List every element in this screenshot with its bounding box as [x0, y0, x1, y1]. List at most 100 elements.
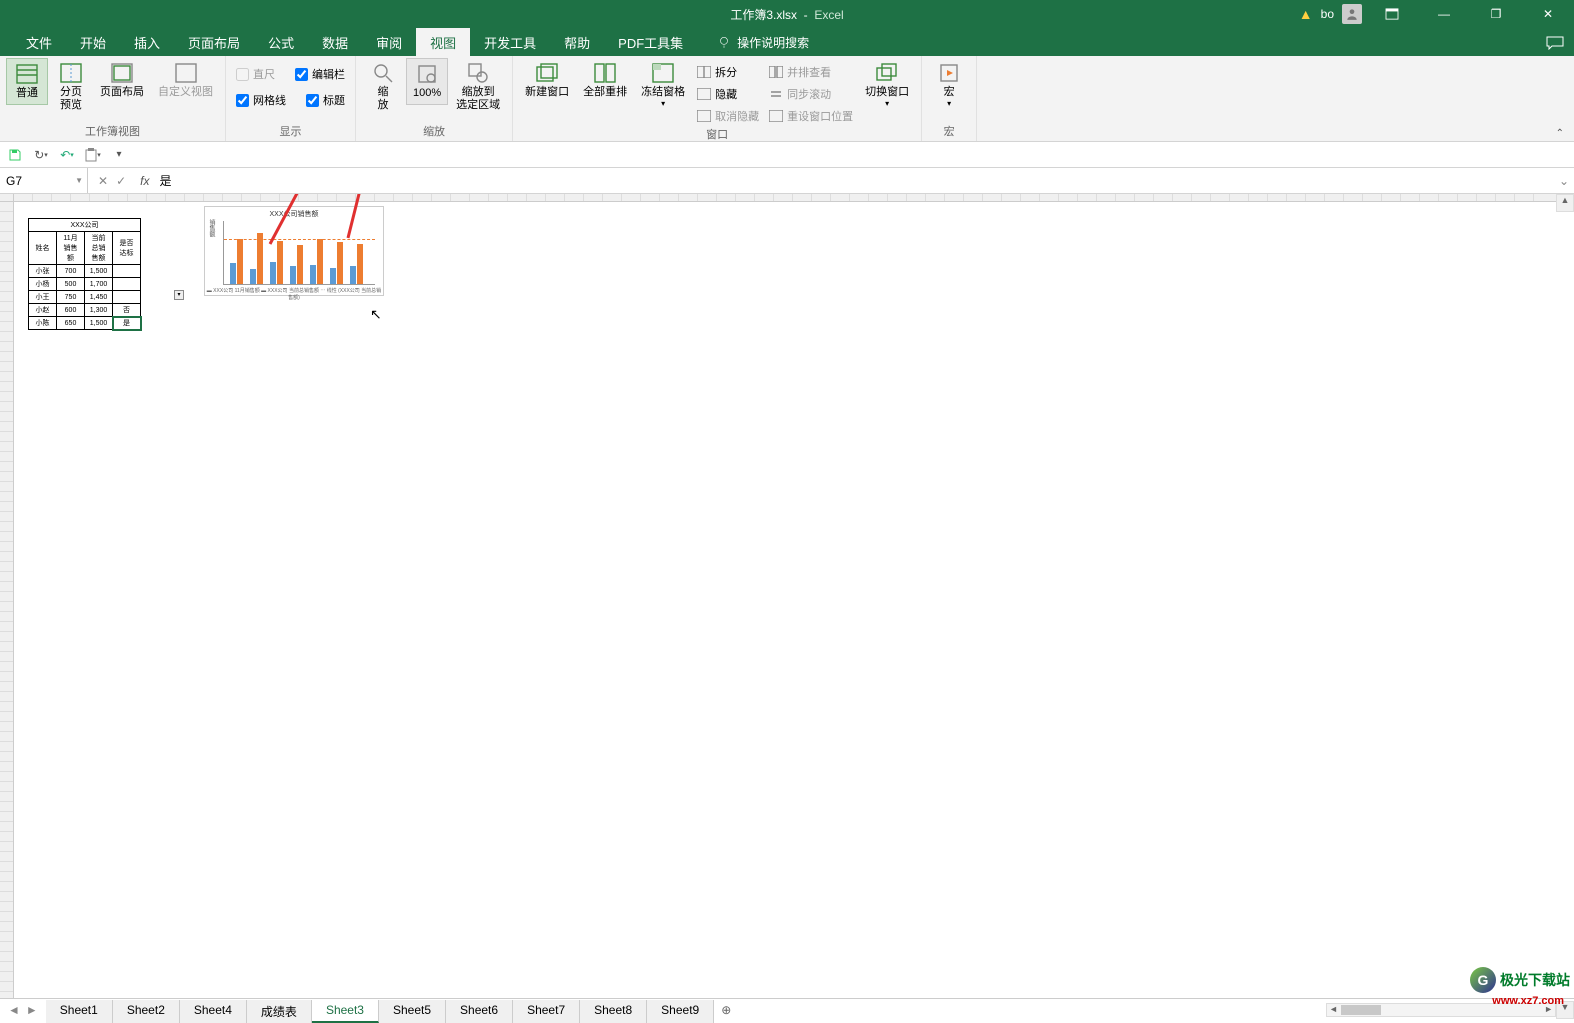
tab-home[interactable]: 开始	[66, 28, 120, 56]
zoom-button[interactable]: 缩 放	[362, 58, 404, 116]
unhide-icon	[697, 110, 711, 122]
expand-formula-bar-button[interactable]: ⌄	[1554, 174, 1574, 188]
name-box[interactable]: G7 ▼	[0, 168, 88, 193]
custom-views-button[interactable]: 自定义视图	[152, 58, 219, 103]
split-button[interactable]: 拆分	[693, 62, 763, 82]
tab-insert[interactable]: 插入	[120, 28, 174, 56]
user-name[interactable]: bo	[1321, 7, 1334, 21]
group-label-macros: 宏	[928, 123, 970, 141]
zoom-to-selection-button[interactable]: 缩放到 选定区域	[450, 58, 506, 116]
tab-developer[interactable]: 开发工具	[470, 28, 550, 56]
sheet-tabs-bar: ◄ ► Sheet1Sheet2Sheet4成绩表Sheet3Sheet5She…	[0, 998, 1574, 1021]
tab-formulas[interactable]: 公式	[254, 28, 308, 56]
minimize-button[interactable]: —	[1422, 0, 1466, 28]
ribbon: 普通 分页 预览 页面布局 自定义视图 工作簿视图 直尺 编辑栏	[0, 56, 1574, 142]
ribbon-display-options-button[interactable]	[1370, 0, 1414, 28]
data-table[interactable]: XXX公司姓名11月销售额当前总销售额是否达标小张7001,500小杨5001,…	[28, 218, 141, 330]
group-label-show: 显示	[232, 123, 349, 141]
sheet-tab-sheet8[interactable]: Sheet8	[580, 1000, 647, 1023]
sheet-tab-sheet4[interactable]: Sheet4	[180, 1000, 247, 1023]
group-label-views: 工作簿视图	[6, 123, 219, 141]
quick-access-toolbar: ↻▾ ↶▾ ▾ ▾	[0, 142, 1574, 168]
ruler-checkbox: 直尺	[232, 64, 279, 84]
embedded-chart[interactable]: 销售额 XXX公司销售额 ▬ XXX公司 11月销售额 ▬ XXX公司 当前总销…	[204, 206, 384, 296]
sheet-tab-sheet7[interactable]: Sheet7	[513, 1000, 580, 1023]
unhide-button: 取消隐藏	[693, 106, 763, 126]
pagebreak-preview-button[interactable]: 分页 预览	[50, 58, 92, 116]
lightbulb-icon	[717, 35, 731, 49]
view-side-by-side-button: 并排查看	[765, 62, 857, 82]
hide-icon	[697, 88, 711, 100]
select-all-corner[interactable]	[0, 194, 14, 202]
scroll-up-button[interactable]: ▲	[1556, 194, 1574, 212]
doc-name: 工作簿3.xlsx	[730, 8, 797, 22]
headings-checkbox[interactable]: 标题	[302, 90, 349, 110]
sheet-nav-next-button[interactable]: ►	[26, 1003, 38, 1017]
sheet-tab-sheet1[interactable]: Sheet1	[46, 1000, 113, 1023]
split-icon	[697, 66, 711, 78]
chart-y-axis-label: 销售额	[207, 219, 216, 237]
sheet-tab-sheet3[interactable]: Sheet3	[312, 1000, 379, 1023]
sheet-nav-prev-button[interactable]: ◄	[8, 1003, 20, 1017]
app-name: Excel	[814, 8, 843, 22]
scrollbar-thumb[interactable]	[1341, 1005, 1381, 1015]
tab-review[interactable]: 审阅	[362, 28, 416, 56]
zoom-100-button[interactable]: 100%	[406, 58, 448, 105]
qat-customize-button[interactable]: ▾	[110, 146, 128, 164]
tab-data[interactable]: 数据	[308, 28, 362, 56]
formula-input[interactable]	[153, 174, 1554, 188]
column-headers[interactable]	[14, 194, 1574, 202]
row-headers[interactable]	[0, 202, 14, 1002]
freeze-icon	[651, 62, 675, 84]
cancel-formula-button[interactable]: ✕	[98, 174, 108, 188]
normal-view-icon	[15, 63, 39, 85]
paste-button[interactable]: ▾	[84, 146, 102, 164]
sheet-tab-sheet9[interactable]: Sheet9	[647, 1000, 714, 1023]
macros-button[interactable]: 宏 ▾	[928, 58, 970, 112]
chart-plot-area	[223, 221, 375, 285]
new-sheet-button[interactable]: ⊕	[714, 1000, 738, 1020]
restore-button[interactable]: ❐	[1474, 0, 1518, 28]
tab-help[interactable]: 帮助	[550, 28, 604, 56]
formula-bar-checkbox[interactable]: 编辑栏	[291, 64, 349, 84]
tab-pdf-toolset[interactable]: PDF工具集	[604, 28, 697, 56]
undo-button[interactable]: ↶▾	[58, 146, 76, 164]
watermark: G 极光下载站 www.xz7.com	[1470, 967, 1570, 993]
refresh-button[interactable]: ↻▾	[32, 146, 50, 164]
tell-me-search[interactable]: 操作说明搜索	[717, 34, 809, 51]
save-button[interactable]	[6, 146, 24, 164]
page-layout-view-button[interactable]: 页面布局	[94, 58, 150, 103]
group-label-window: 窗口	[519, 126, 915, 144]
chevron-down-icon: ▼	[75, 176, 83, 185]
sync-scroll-button: 同步滚动	[765, 84, 857, 104]
collapse-ribbon-button[interactable]: ⌃	[1556, 128, 1564, 139]
enter-formula-button[interactable]: ✓	[116, 174, 126, 188]
comment-icon[interactable]	[1546, 36, 1564, 48]
reset-icon	[769, 110, 783, 122]
pagelayout-icon	[110, 62, 134, 84]
magnifier-icon	[371, 62, 395, 84]
normal-view-button[interactable]: 普通	[6, 58, 48, 105]
gridlines-checkbox[interactable]: 网格线	[232, 90, 290, 110]
sheet-tab-sheet2[interactable]: Sheet2	[113, 1000, 180, 1023]
tab-file[interactable]: 文件	[12, 28, 66, 56]
worksheet-grid[interactable]: XXX公司姓名11月销售额当前总销售额是否达标小张7001,500小杨5001,…	[0, 194, 1574, 1014]
new-window-button[interactable]: 新建窗口	[519, 58, 575, 103]
hide-button[interactable]: 隐藏	[693, 84, 763, 104]
autofilter-dropdown-icon[interactable]: ▾	[174, 290, 184, 300]
user-avatar-icon[interactable]	[1342, 4, 1362, 24]
sheet-tab-sheet5[interactable]: Sheet5	[379, 1000, 446, 1023]
watermark-logo-icon: G	[1470, 967, 1496, 993]
tab-view[interactable]: 视图	[416, 28, 470, 56]
switch-window-icon	[875, 62, 899, 84]
sheet-tab-成绩表[interactable]: 成绩表	[247, 1000, 312, 1023]
switch-windows-button[interactable]: 切换窗口 ▾	[859, 58, 915, 112]
zoom-100-icon	[415, 63, 439, 85]
zoom-selection-icon	[466, 62, 490, 84]
tab-page-layout[interactable]: 页面布局	[174, 28, 254, 56]
sheet-tab-sheet6[interactable]: Sheet6	[446, 1000, 513, 1023]
fx-icon[interactable]: fx	[136, 174, 153, 188]
close-button[interactable]: ✕	[1526, 0, 1570, 28]
freeze-panes-button[interactable]: 冻结窗格 ▾	[635, 58, 691, 112]
arrange-all-button[interactable]: 全部重排	[577, 58, 633, 103]
